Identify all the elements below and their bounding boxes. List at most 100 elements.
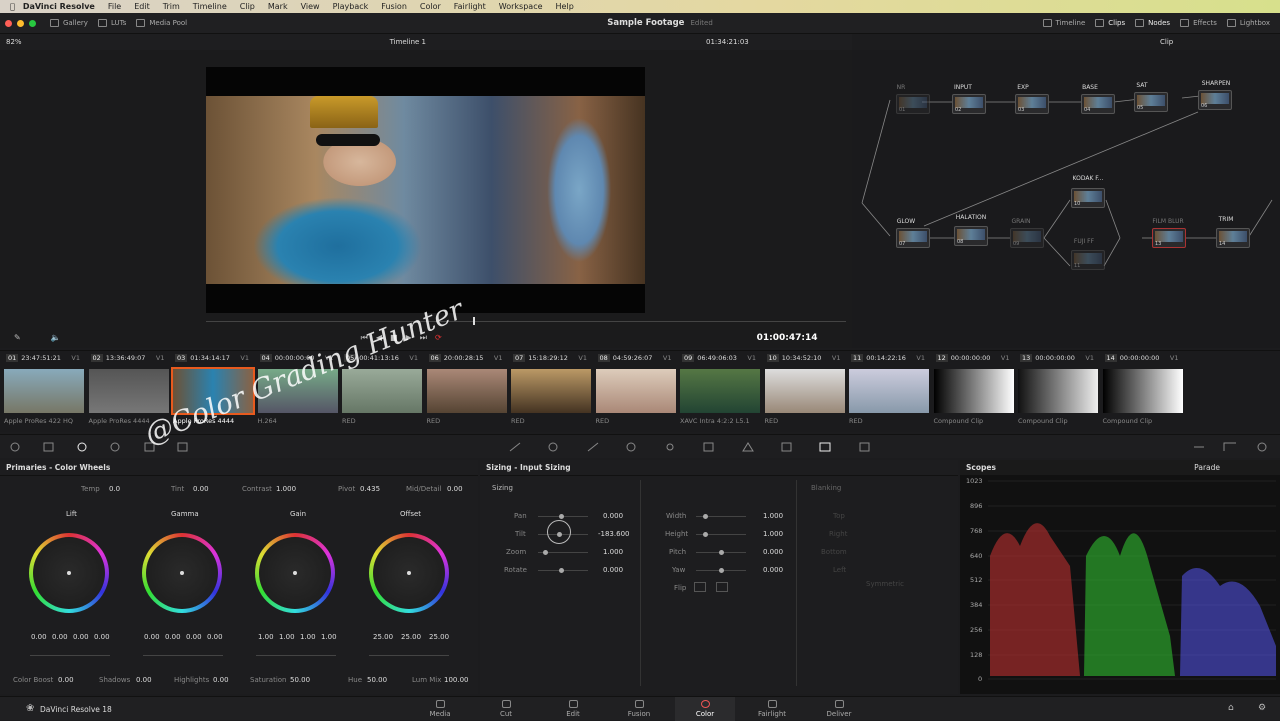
menu-color[interactable]: Color	[420, 2, 441, 11]
page-deliver[interactable]: Deliver	[809, 697, 869, 721]
gain-r[interactable]: 1.00	[279, 633, 295, 641]
height-knob[interactable]	[703, 532, 708, 537]
color-boost-field[interactable]: 0.00	[58, 676, 74, 684]
yaw-knob[interactable]	[719, 568, 724, 573]
pan-knob[interactable]	[559, 514, 564, 519]
menu-app[interactable]: DaVinci Resolve	[23, 2, 95, 11]
mid-detail-field[interactable]: 0.00	[447, 485, 463, 493]
gain-g[interactable]: 1.00	[300, 633, 316, 641]
wheel-center[interactable]	[293, 571, 297, 575]
gamma-r[interactable]: 0.00	[165, 633, 181, 641]
minimize-window-button[interactable]	[17, 19, 24, 27]
clip-thumbnail[interactable]: 14 00:00:00:00 V1 Compound Clip	[1099, 351, 1183, 433]
page-fusion[interactable]: Fusion	[609, 697, 669, 721]
node-mode-selector[interactable]: Clip	[1160, 38, 1173, 46]
menu-file[interactable]: File	[108, 2, 121, 11]
gain-wheel[interactable]	[255, 533, 335, 613]
gallery-button[interactable]: Gallery	[50, 19, 88, 27]
menu-playback[interactable]: Playback	[333, 2, 369, 11]
gamma-wheel[interactable]	[142, 533, 222, 613]
flip-vertical-button[interactable]	[716, 582, 728, 592]
tint-field[interactable]: 0.00	[193, 485, 209, 493]
menu-help[interactable]: Help	[556, 2, 574, 11]
gamma-master-slider[interactable]	[143, 655, 223, 656]
menu-timeline[interactable]: Timeline	[193, 2, 227, 11]
saturation-field[interactable]: 50.00	[290, 676, 310, 684]
lum-mix-field[interactable]: 100.00	[444, 676, 469, 684]
node-kodak[interactable]: 10	[1071, 188, 1105, 208]
clip-thumbnail[interactable]: 01 23:47:51:21 V1 Apple ProRes 422 HQ	[0, 351, 84, 433]
yaw-field[interactable]: 0.000	[763, 566, 783, 574]
clip-thumbnail[interactable]: 07 15:18:29:12 V1 RED	[507, 351, 591, 433]
tilt-field[interactable]: -183.600	[598, 530, 629, 538]
clip-thumbnail[interactable]: 09 06:49:06:03 V1 XAVC Intra 4:2:2 L5.1	[676, 351, 760, 433]
node-exp[interactable]: 03	[1015, 94, 1049, 114]
offset-b[interactable]: 25.00	[429, 633, 449, 641]
page-cut[interactable]: Cut	[476, 697, 536, 721]
gamma-y[interactable]: 0.00	[144, 633, 160, 641]
shadows-field[interactable]: 0.00	[136, 676, 152, 684]
rotate-field[interactable]: 0.000	[603, 566, 623, 574]
close-window-button[interactable]	[5, 19, 12, 27]
gain-master-slider[interactable]	[256, 655, 336, 656]
contrast-field[interactable]: 1.000	[276, 485, 296, 493]
menu-fusion[interactable]: Fusion	[381, 2, 407, 11]
lift-y[interactable]: 0.00	[31, 633, 47, 641]
audio-icon[interactable]: 🔈	[51, 333, 61, 342]
clip-thumbnail[interactable]: 06 20:00:28:15 V1 RED	[423, 351, 507, 433]
node-sat[interactable]: 05	[1134, 92, 1168, 112]
gamma-g[interactable]: 0.00	[186, 633, 202, 641]
zoom-field[interactable]: 1.000	[603, 548, 623, 556]
luts-button[interactable]: LUTs	[97, 19, 126, 27]
lift-master-slider[interactable]	[30, 655, 110, 656]
clip-thumbnail[interactable]: 13 00:00:00:00 V1 Compound Clip	[1014, 351, 1098, 433]
effects-toggle[interactable]: Effects	[1180, 19, 1217, 27]
offset-master-slider[interactable]	[369, 655, 449, 656]
gain-b[interactable]: 1.00	[321, 633, 337, 641]
lift-wheel[interactable]	[29, 533, 109, 613]
clip-thumbnail[interactable]: 10 10:34:52:10 V1 RED	[761, 351, 845, 433]
timeline-toggle[interactable]: Timeline	[1042, 19, 1085, 27]
lift-b[interactable]: 0.00	[94, 633, 110, 641]
clip-thumbnail[interactable]: 11 00:14:22:16 V1 RED	[845, 351, 929, 433]
node-glow[interactable]: 07	[896, 228, 930, 248]
nodes-toggle[interactable]: Nodes	[1135, 19, 1170, 27]
settings-icon[interactable]: ⚙	[1258, 703, 1266, 713]
gain-y[interactable]: 1.00	[258, 633, 274, 641]
zoom-window-button[interactable]	[29, 19, 36, 27]
page-edit[interactable]: Edit	[543, 697, 603, 721]
node-fuji[interactable]: 11	[1071, 250, 1105, 270]
clips-toggle[interactable]: Clips	[1095, 19, 1125, 27]
menu-view[interactable]: View	[301, 2, 320, 11]
height-field[interactable]: 1.000	[763, 530, 783, 538]
gamma-b[interactable]: 0.00	[207, 633, 223, 641]
menu-trim[interactable]: Trim	[163, 2, 180, 11]
wheel-center[interactable]	[180, 571, 184, 575]
wheel-center[interactable]	[67, 571, 71, 575]
zoom-level[interactable]: 82%	[6, 38, 22, 46]
node-input[interactable]: 02	[952, 94, 986, 114]
pan-field[interactable]: 0.000	[603, 512, 623, 520]
timeline-selector[interactable]: Timeline 1	[390, 38, 426, 46]
lightbox-toggle[interactable]: Lightbox	[1226, 19, 1270, 27]
pitch-knob[interactable]	[719, 550, 724, 555]
pen-icon[interactable]: ✎	[14, 333, 21, 342]
lift-g[interactable]: 0.00	[73, 633, 89, 641]
node-nr[interactable]: 01	[896, 94, 930, 114]
rotate-knob[interactable]	[559, 568, 564, 573]
menu-workspace[interactable]: Workspace	[499, 2, 543, 11]
playhead[interactable]	[473, 317, 475, 325]
highlights-field[interactable]: 0.00	[213, 676, 229, 684]
menu-mark[interactable]: Mark	[268, 2, 288, 11]
page-fairlight[interactable]: Fairlight	[742, 697, 802, 721]
menu-edit[interactable]: Edit	[134, 2, 150, 11]
menu-clip[interactable]: Clip	[240, 2, 255, 11]
scrubber-track[interactable]	[206, 321, 846, 322]
temp-field[interactable]: 0.0	[109, 485, 120, 493]
width-field[interactable]: 1.000	[763, 512, 783, 520]
clip-thumbnail[interactable]: 12 00:00:00:00 V1 Compound Clip	[930, 351, 1014, 433]
width-knob[interactable]	[703, 514, 708, 519]
node-halation[interactable]: 08	[954, 226, 988, 246]
node-base[interactable]: 04	[1081, 94, 1115, 114]
flip-horizontal-button[interactable]	[694, 582, 706, 592]
